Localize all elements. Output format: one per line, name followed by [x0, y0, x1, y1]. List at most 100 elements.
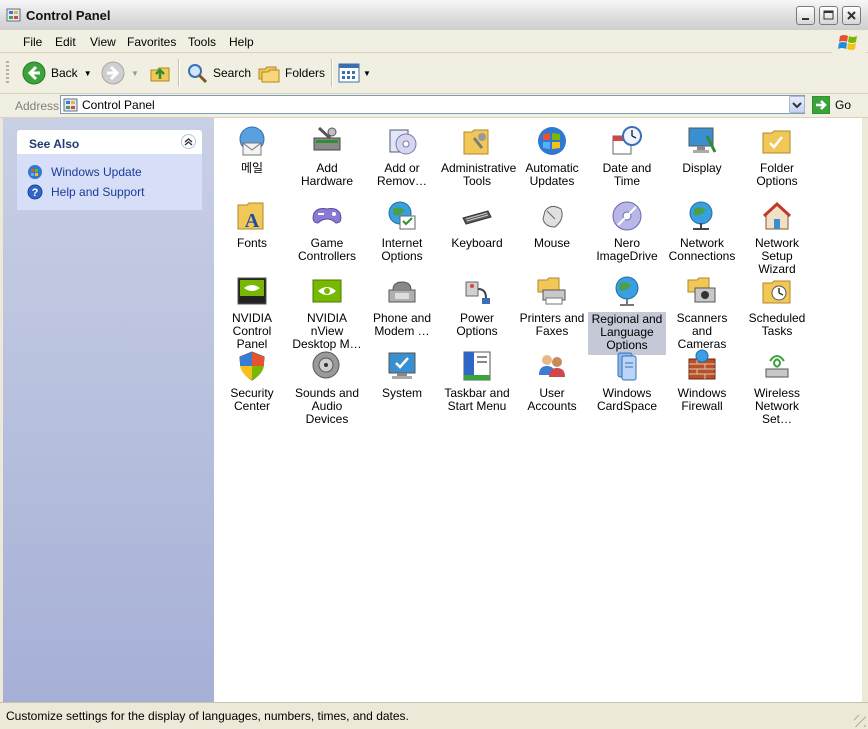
item-folder-options[interactable]: Folder Options [741, 124, 813, 188]
forward-button[interactable]: ▼ [101, 59, 139, 87]
item-scheduled-tasks[interactable]: Scheduled Tasks [741, 274, 813, 338]
nero-imagedrive-icon [612, 201, 642, 231]
address-dropdown-button[interactable] [789, 96, 805, 113]
back-icon [22, 61, 46, 85]
title-bar[interactable]: Control Panel [0, 0, 868, 31]
item-label: Power Options [456, 311, 498, 338]
item-network-connections[interactable]: Network Connections [666, 199, 738, 263]
regional-language-icon [615, 276, 639, 306]
item-game-controllers[interactable]: Game Controllers [291, 199, 363, 263]
collapse-button[interactable] [181, 134, 196, 149]
help-icon: ? [27, 184, 43, 200]
item-administrative-tools[interactable]: Administrative Tools [441, 124, 516, 188]
close-icon [847, 11, 856, 20]
power-options-icon [465, 281, 490, 304]
views-dropdown-icon[interactable]: ▼ [363, 69, 371, 78]
item-display[interactable]: Display [666, 124, 738, 175]
mail-icon [239, 126, 265, 156]
item-label: Phone and Modem … [372, 311, 432, 338]
network-connections-icon [689, 201, 713, 230]
menu-help[interactable]: Help [229, 35, 254, 49]
minimize-button[interactable] [796, 6, 815, 25]
item-scanners-cameras[interactable]: Scanners and Cameras [666, 274, 738, 351]
item-automatic-updates[interactable]: Automatic Updates [516, 124, 588, 188]
item-windows-cardspace[interactable]: Windows CardSpace [591, 349, 663, 413]
help-support-link[interactable]: ? Help and Support [27, 182, 192, 202]
item-label: NVIDIA Control Panel [231, 311, 272, 351]
control-panel-items: 메일 Add Hardware Add or Remov… Administra… [214, 118, 862, 702]
windows-update-link[interactable]: Windows Update [27, 162, 192, 182]
close-button[interactable] [842, 6, 861, 25]
item-nvidia-nview[interactable]: NVIDIA nView Desktop M… [291, 274, 363, 351]
item-internet-options[interactable]: Internet Options [366, 199, 438, 263]
task-pane: See Also Windows Update ? Help and Suppo… [3, 118, 214, 702]
item-label: Nero ImageDrive [596, 236, 658, 263]
item-nvidia-control-panel[interactable]: NVIDIA Control Panel [216, 274, 288, 351]
folders-label: Folders [285, 66, 326, 80]
administrative-tools-icon [463, 129, 489, 155]
sounds-audio-icon [312, 351, 340, 379]
item-label: Security Center [230, 386, 274, 413]
item-network-setup-wizard[interactable]: Network Setup Wizard [741, 199, 813, 276]
up-folder-icon [150, 67, 170, 82]
address-field[interactable]: Control Panel [60, 95, 805, 114]
taskbar-start-menu-icon [463, 351, 491, 381]
item-regional-language[interactable]: Regional and Language Options [588, 274, 666, 355]
address-bar: Address Control Panel Go [0, 94, 868, 118]
item-sounds-audio[interactable]: Sounds and Audio Devices [291, 349, 363, 426]
window-border [862, 118, 868, 702]
windows-logo-icon [832, 31, 866, 53]
see-also-panel: See Also Windows Update ? Help and Suppo… [17, 130, 202, 210]
menu-file[interactable]: File [23, 35, 42, 49]
toolbar-separator [178, 59, 180, 87]
item-keyboard[interactable]: Keyboard [441, 199, 513, 250]
item-label: Windows CardSpace [596, 386, 658, 413]
maximize-button[interactable] [819, 6, 838, 25]
item-system[interactable]: System [366, 349, 438, 400]
item-user-accounts[interactable]: User Accounts [516, 349, 588, 413]
see-also-header[interactable]: See Also [17, 130, 202, 154]
menu-tools[interactable]: Tools [188, 35, 216, 49]
item-nero-imagedrive[interactable]: Nero ImageDrive [591, 199, 663, 263]
back-button[interactable]: Back ▼ [22, 59, 92, 87]
search-label: Search [213, 66, 252, 80]
item-windows-firewall[interactable]: Windows Firewall [666, 349, 738, 413]
address-value: Control Panel [82, 98, 155, 112]
fonts-icon: A [237, 202, 264, 232]
item-label: Keyboard [451, 236, 503, 250]
folders-button[interactable]: Folders [258, 59, 325, 87]
item-add-remove-programs[interactable]: Add or Remov… [366, 124, 438, 188]
item-taskbar-start-menu[interactable]: Taskbar and Start Menu [441, 349, 513, 413]
forward-dropdown-icon[interactable]: ▼ [131, 69, 139, 78]
item-mouse[interactable]: Mouse [516, 199, 588, 250]
views-button[interactable]: ▼ [338, 59, 371, 87]
toolbar-separator [331, 59, 333, 87]
search-button[interactable]: Search [186, 59, 251, 87]
scheduled-tasks-icon [762, 280, 791, 304]
item-phone-modem[interactable]: Phone and Modem … [366, 274, 438, 338]
item-security-center[interactable]: Security Center [216, 349, 288, 413]
item-label: 메일 [240, 161, 264, 175]
item-printers-faxes[interactable]: Printers and Faxes [516, 274, 588, 338]
up-button[interactable] [149, 59, 171, 87]
user-accounts-icon [539, 355, 565, 377]
maximize-icon [823, 10, 834, 20]
back-dropdown-icon[interactable]: ▼ [84, 69, 92, 78]
item-wireless-network[interactable]: Wireless Network Set… [741, 349, 813, 426]
menu-view[interactable]: View [90, 35, 116, 49]
item-fonts[interactable]: A Fonts [216, 199, 288, 250]
resize-grip[interactable] [854, 715, 866, 727]
status-text: Customize settings for the display of la… [6, 709, 409, 723]
status-bar: Customize settings for the display of la… [0, 702, 868, 729]
item-date-time[interactable]: Date and Time [591, 124, 663, 188]
item-power-options[interactable]: Power Options [441, 274, 513, 338]
menu-favorites[interactable]: Favorites [127, 35, 176, 49]
window-title: Control Panel [26, 8, 111, 23]
go-button[interactable]: Go [812, 96, 851, 114]
item-add-hardware[interactable]: Add Hardware [291, 124, 363, 188]
item-mail[interactable]: 메일 [216, 124, 288, 175]
menu-edit[interactable]: Edit [55, 35, 76, 49]
go-label: Go [835, 98, 852, 112]
windows-update-icon [28, 165, 42, 179]
toolbar-grip[interactable] [6, 61, 9, 85]
